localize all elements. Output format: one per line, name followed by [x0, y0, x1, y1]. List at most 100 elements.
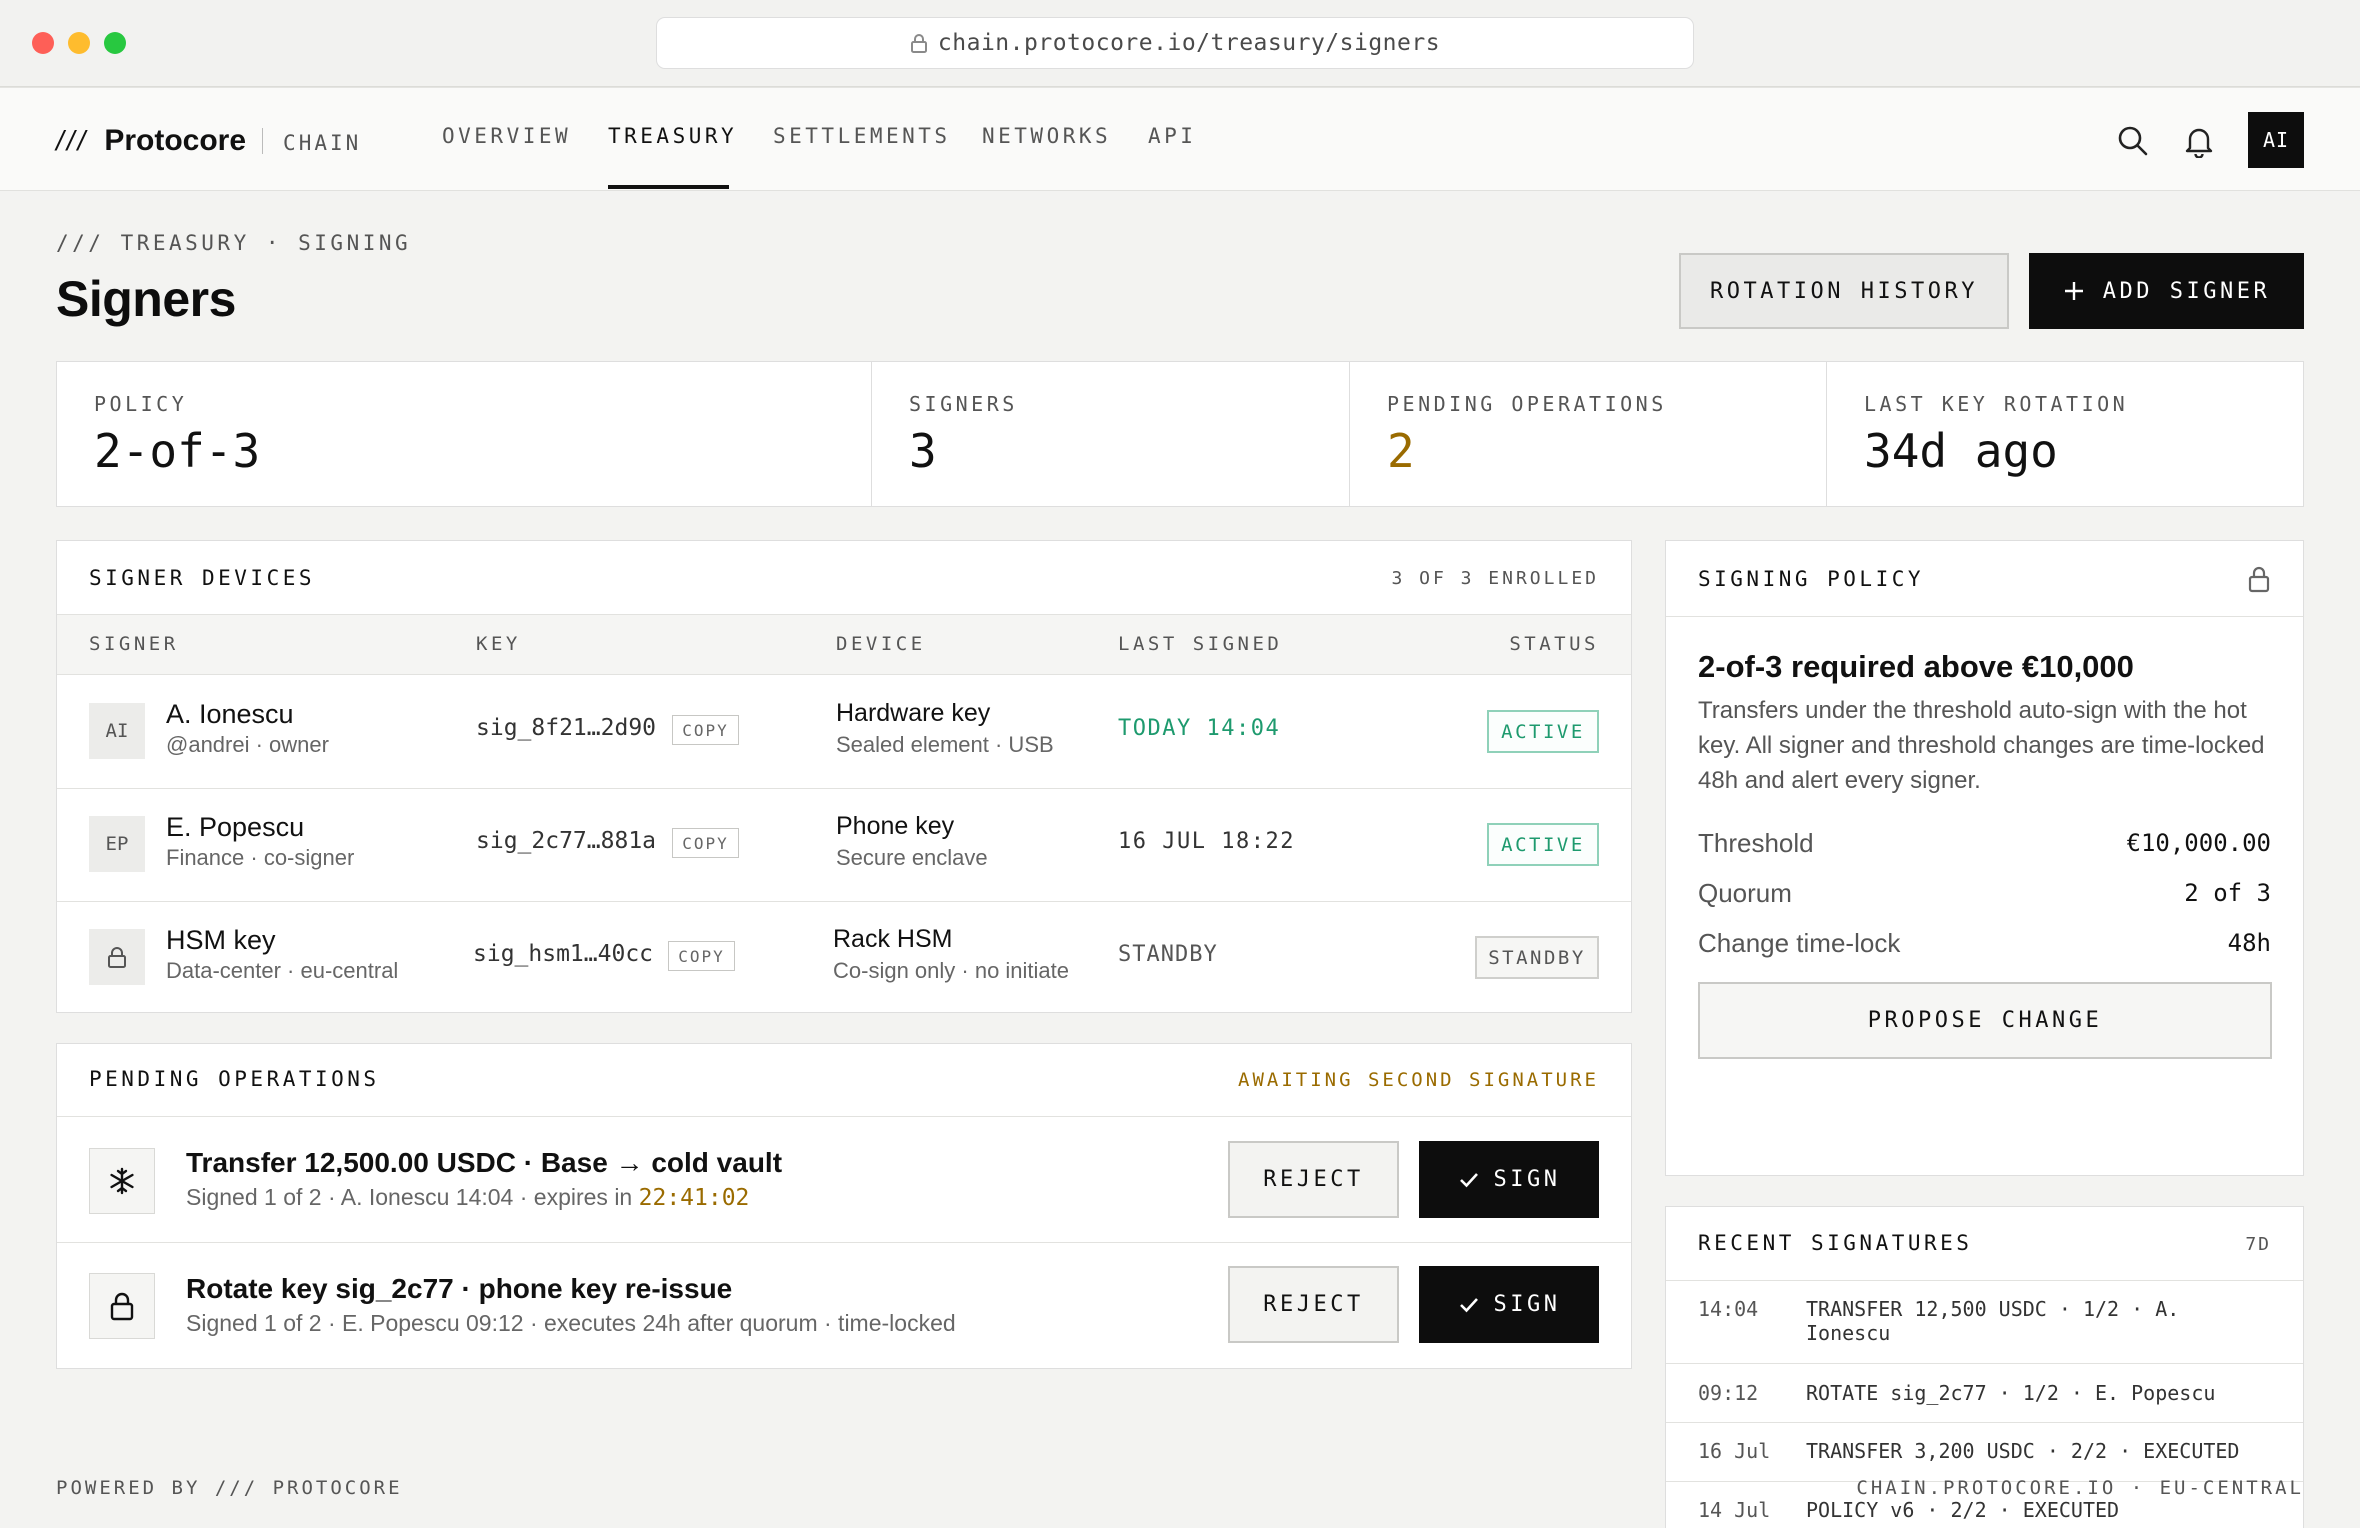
key-id: sig_2c77…881a — [476, 828, 657, 854]
policy-row-value: 48h — [2227, 929, 2271, 957]
last-signed: TODAY 14:04 — [1118, 716, 1281, 741]
maximize-window-button[interactable] — [104, 32, 126, 54]
signer-sub: Finance · co-signer — [166, 845, 355, 870]
pending-item[interactable]: Rotate key sig_2c77 · phone key re-issue… — [57, 1243, 1631, 1368]
status-badge: ACTIVE — [1487, 710, 1599, 753]
column-header: STATUS — [1509, 633, 1599, 655]
operation-sub: Signed 1 of 2 · E. Popescu 09:12 · execu… — [186, 1310, 956, 1336]
stat-value: 2 — [1387, 424, 1415, 478]
pending-item[interactable]: Transfer 12,500.00 USDC · Base → cold va… — [57, 1117, 1631, 1242]
policy-row-label: Threshold — [1698, 828, 1814, 858]
stat-value: 34d ago — [1864, 424, 2058, 478]
stat-label: SIGNERS — [909, 392, 1018, 416]
avatar: EP — [89, 816, 145, 872]
device-name: Rack HSM — [833, 925, 953, 953]
list-item[interactable]: 09:12 ROTATE sig_2c77 · 1/2 · E. Popescu — [1666, 1364, 2303, 1422]
operation-title: Rotate key sig_2c77 · phone key re-issue — [186, 1273, 733, 1304]
policy-row-value: €10,000.00 — [2126, 829, 2272, 857]
signature-time: 14 Jul — [1698, 1498, 1771, 1522]
nav-settlements[interactable]: SETTLEMENTS — [773, 124, 951, 148]
reject-button[interactable]: REJECT — [1228, 1141, 1399, 1218]
operation-sub: Signed 1 of 2 · A. Ionescu 14:04 · expir… — [186, 1184, 749, 1211]
table-row[interactable]: HSM key Data-center · eu-central sig_hsm… — [57, 902, 1631, 1012]
list-item[interactable]: 16 Jul TRANSFER 3,200 USDC · 2/2 · EXECU… — [1666, 1423, 2303, 1481]
check-icon — [1458, 1296, 1480, 1314]
address-bar[interactable]: chain.protocore.io/treasury/signers — [656, 17, 1694, 69]
signer-name: A. Ionescu — [166, 699, 294, 729]
sign-button[interactable]: SIGN — [1419, 1266, 1599, 1343]
page-title: Signers — [56, 271, 236, 327]
range-label[interactable]: 7D — [2245, 1234, 2271, 1255]
stat-label: LAST KEY ROTATION — [1864, 392, 2129, 416]
signature-text: TRANSFER 12,500 USDC · 1/2 · A. Ionescu — [1806, 1297, 2180, 1345]
policy-headline: 2-of-3 required above €10,000 — [1698, 649, 2134, 684]
key-id: sig_hsm1…40cc — [473, 941, 654, 967]
pending-operations-card: PENDING OPERATIONS AWAITING SECOND SIGNA… — [56, 1043, 1632, 1369]
footer-powered-by: POWERED BY /// PROTOCORE — [56, 1477, 403, 1499]
expiry-countdown: 22:41:02 — [638, 1185, 750, 1211]
signature-text: TRANSFER 3,200 USDC · 2/2 · EXECUTED — [1806, 1439, 2240, 1463]
stat-value: 2-of-3 — [94, 424, 261, 478]
sign-button[interactable]: SIGN — [1419, 1141, 1599, 1218]
nav-networks[interactable]: NETWORKS — [982, 124, 1111, 148]
signer-sub: @andrei · owner — [166, 732, 329, 757]
copy-button[interactable]: COPY — [668, 941, 735, 971]
signer-sub: Data-center · eu-central — [166, 958, 399, 983]
policy-row-quorum: Quorum 2 of 3 — [1698, 873, 2271, 913]
search-icon[interactable] — [2116, 124, 2150, 158]
signer-devices-card: SIGNER DEVICES 3 OF 3 ENROLLED SIGNER KE… — [56, 540, 1632, 1013]
signer-name: E. Popescu — [166, 812, 305, 842]
add-signer-button[interactable]: ADD SIGNER — [2029, 253, 2304, 329]
signature-time: 14:04 — [1698, 1297, 1759, 1321]
top-navigation: /// Protocore CHAIN OVERVIEW TREASURY SE… — [0, 88, 2360, 191]
table-row[interactable]: AI A. Ionescu @andrei · owner sig_8f21…2… — [57, 676, 1631, 788]
brand[interactable]: /// Protocore CHAIN — [56, 121, 361, 161]
browser-chrome: chain.protocore.io/treasury/signers — [0, 0, 2360, 87]
minimize-window-button[interactable] — [68, 32, 90, 54]
snowflake-icon — [89, 1148, 155, 1214]
signature-time: 09:12 — [1698, 1381, 1759, 1405]
copy-button[interactable]: COPY — [672, 828, 739, 858]
card-title: SIGNER DEVICES — [89, 566, 316, 590]
policy-row-label: Quorum — [1698, 878, 1792, 908]
url-text: chain.protocore.io/treasury/signers — [937, 30, 1441, 56]
avatar: AI — [89, 703, 145, 759]
status-badge: STANDBY — [1475, 936, 1599, 979]
rotation-history-button[interactable]: ROTATION HISTORY — [1679, 253, 2009, 329]
card-title: RECENT SIGNATURES — [1698, 1231, 1973, 1255]
pending-status: AWAITING SECOND SIGNATURE — [1238, 1069, 1599, 1091]
propose-change-button[interactable]: PROPOSE CHANGE — [1698, 982, 2272, 1059]
last-signed: 16 JUL 18:22 — [1118, 829, 1295, 854]
nav-overview[interactable]: OVERVIEW — [442, 124, 571, 148]
table-row[interactable]: EP E. Popescu Finance · co-signer sig_2c… — [57, 789, 1631, 901]
device-sub: Secure enclave — [836, 845, 988, 870]
policy-row-threshold: Threshold €10,000.00 — [1698, 823, 2271, 863]
close-window-button[interactable] — [32, 32, 54, 54]
sign-label: SIGN — [1493, 1292, 1561, 1317]
reject-button[interactable]: REJECT — [1228, 1266, 1399, 1343]
device-name: Phone key — [836, 812, 955, 840]
bell-icon[interactable] — [2182, 122, 2216, 160]
active-tab-indicator — [608, 185, 729, 189]
list-item[interactable]: 14:04 TRANSFER 12,500 USDC · 1/2 · A. Io… — [1666, 1281, 2303, 1363]
copy-button[interactable]: COPY — [672, 715, 739, 745]
device-sub: Sealed element · USB — [836, 732, 1054, 757]
card-title: SIGNING POLICY — [1698, 567, 1925, 591]
signer-name: HSM key — [166, 925, 276, 955]
sign-label: SIGN — [1493, 1167, 1561, 1192]
brand-mark: /// — [56, 125, 89, 156]
column-header: KEY — [476, 633, 521, 655]
plus-icon — [2063, 280, 2085, 302]
signature-text: POLICY v6 · 2/2 · EXECUTED — [1806, 1498, 2120, 1522]
user-avatar[interactable]: AI — [2248, 112, 2304, 168]
lock-icon — [89, 1273, 155, 1339]
signature-time: 16 Jul — [1698, 1439, 1771, 1463]
product-name: CHAIN — [283, 131, 362, 155]
lock-icon — [89, 929, 145, 985]
device-name: Hardware key — [836, 699, 991, 727]
signing-policy-card: SIGNING POLICY 2-of-3 required above €10… — [1665, 540, 2304, 1176]
nav-treasury[interactable]: TREASURY — [608, 124, 737, 148]
nav-api[interactable]: API — [1148, 124, 1196, 148]
signature-text: ROTATE sig_2c77 · 1/2 · E. Popescu — [1806, 1381, 2216, 1405]
policy-description: Transfers under the threshold auto-sign … — [1698, 697, 2265, 794]
